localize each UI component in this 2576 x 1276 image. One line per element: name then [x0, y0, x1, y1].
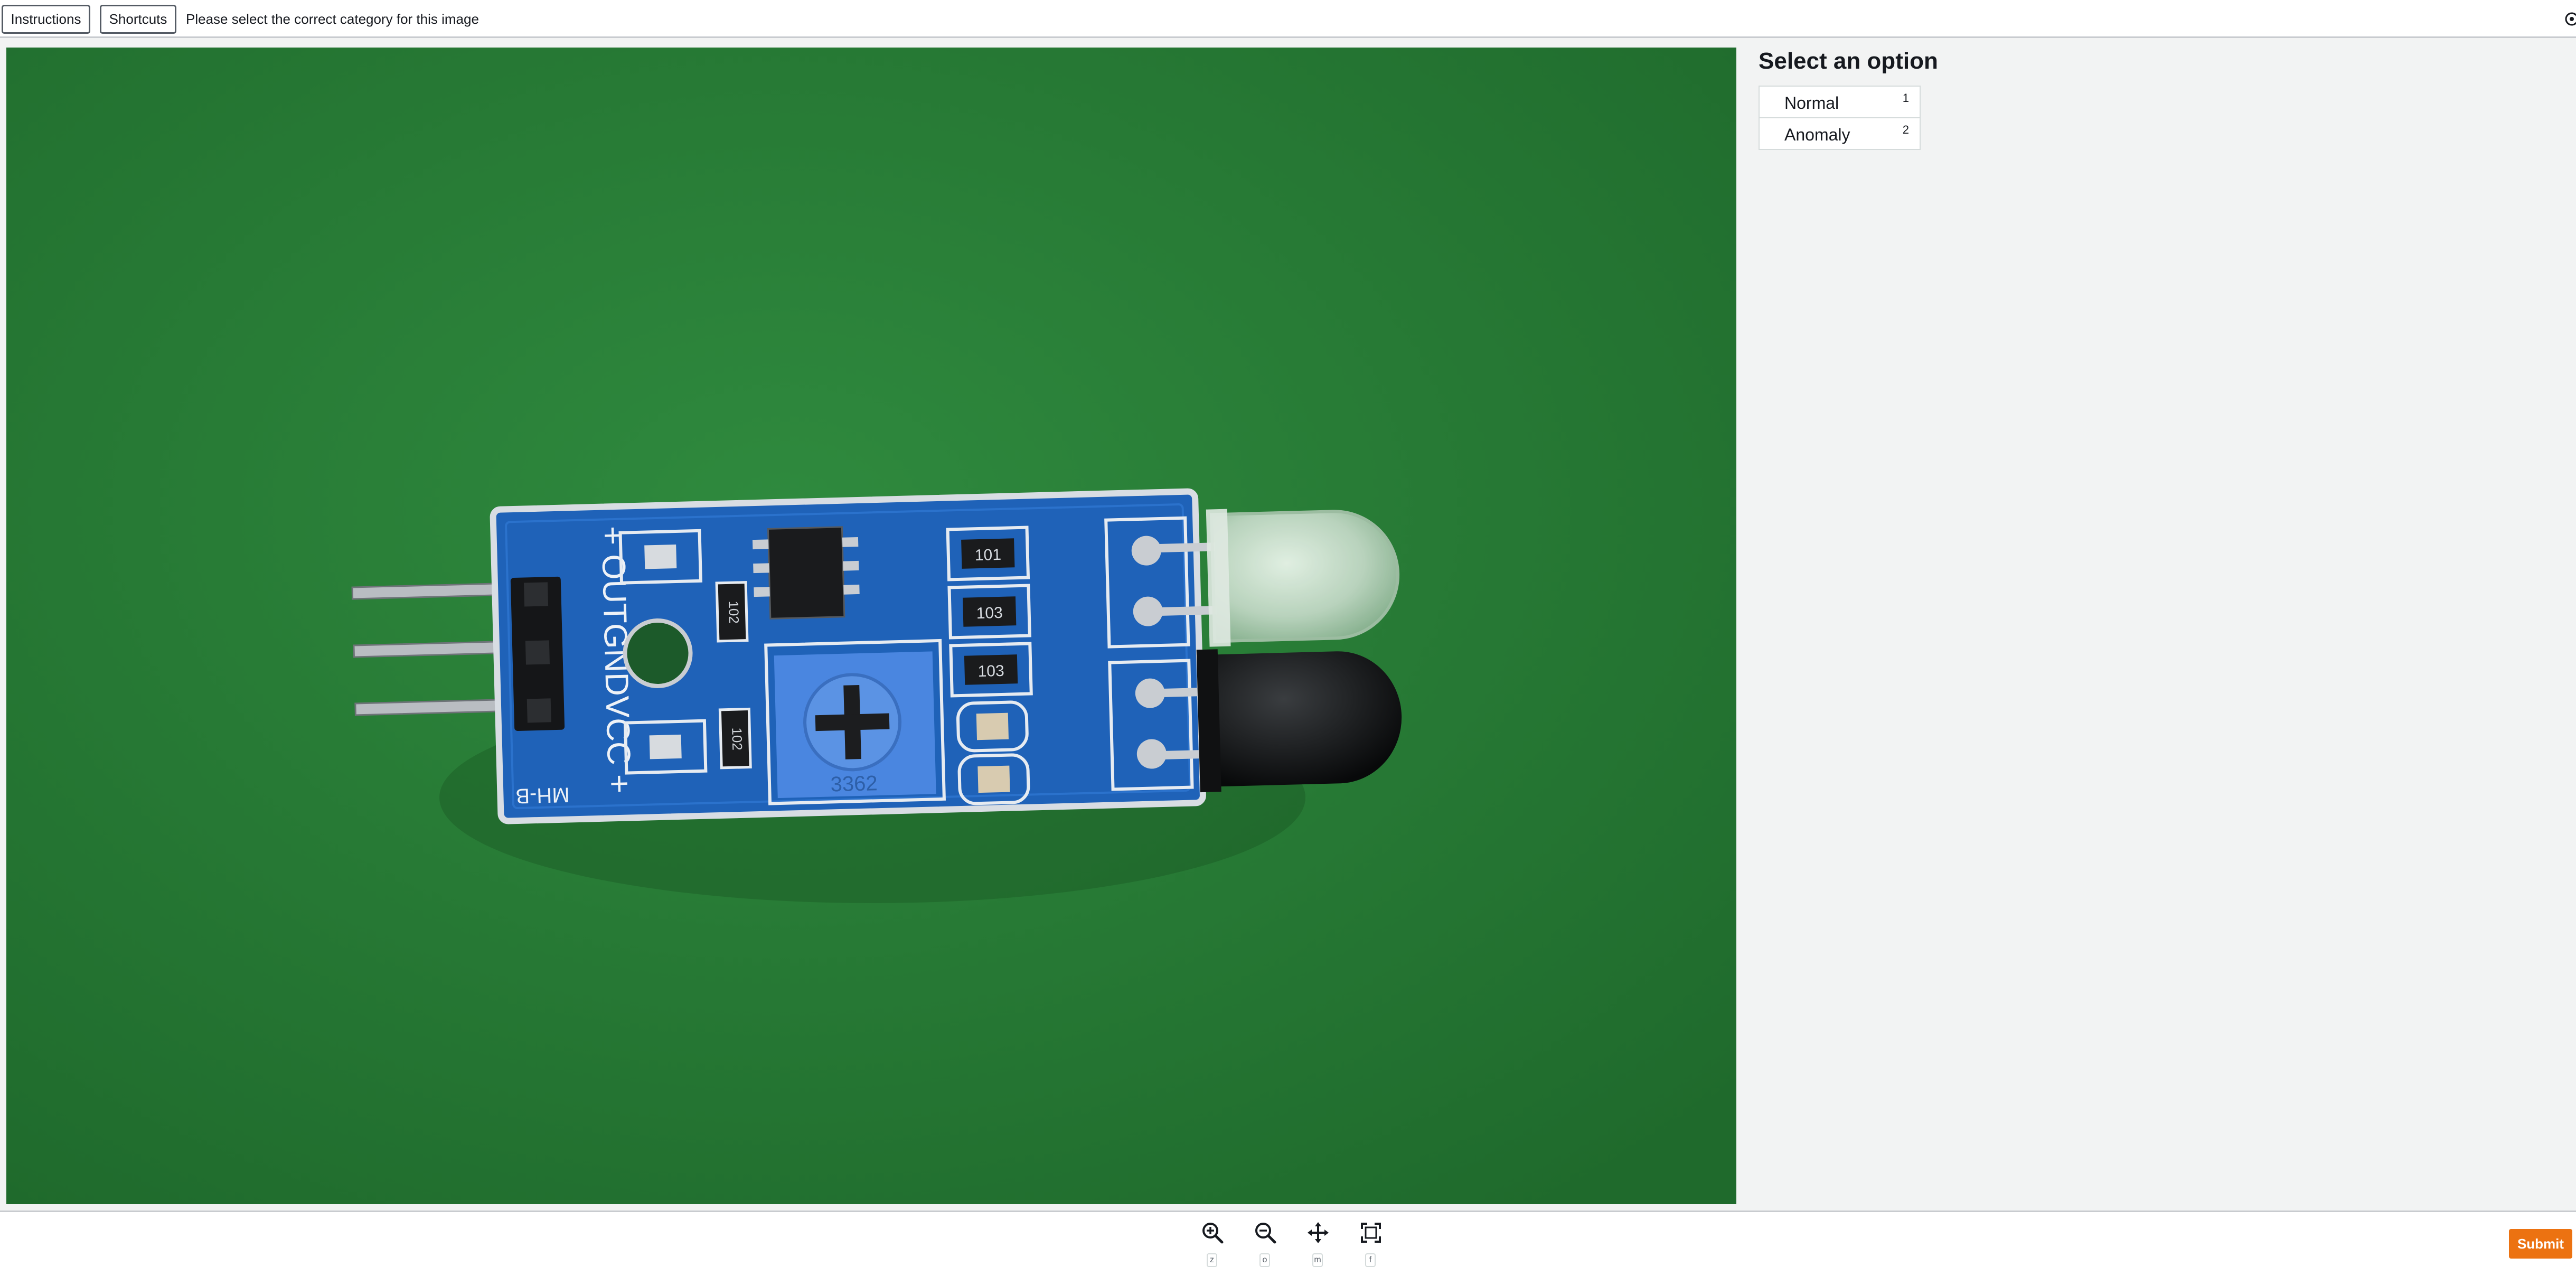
- option-label: Normal: [1784, 93, 1839, 112]
- shortcut-key: z: [1207, 1253, 1217, 1267]
- fit-to-screen-icon: [1361, 1223, 1381, 1243]
- resistor-r4-label: 103: [976, 604, 1003, 622]
- zoom-out-icon: [1255, 1223, 1276, 1244]
- shortcut-key: f: [1365, 1253, 1376, 1267]
- top-toolbar: Instructions Shortcuts Please select the…: [0, 0, 2576, 38]
- resistor-r2-label: 102: [729, 727, 745, 750]
- silk-model-label: MH-B: [515, 783, 570, 808]
- sensor-board-photo: + OUTGNDVCC + MH-B 102 102 3362 101 103 …: [6, 48, 1736, 1204]
- workspace: + OUTGNDVCC + MH-B 102 102 3362 101 103 …: [0, 38, 2576, 1211]
- option-anomaly[interactable]: Anomaly 2: [1759, 118, 1921, 150]
- option-normal[interactable]: Normal 1: [1759, 86, 1921, 118]
- option-shortcut-key: 1: [1902, 91, 1909, 105]
- resistor-r5-label: 103: [977, 662, 1004, 680]
- fit-to-screen-button[interactable]: f: [1355, 1217, 1387, 1272]
- image-canvas[interactable]: + OUTGNDVCC + MH-B 102 102 3362 101 103 …: [6, 48, 1736, 1204]
- shortcuts-button[interactable]: Shortcuts: [100, 5, 176, 34]
- settings-icon[interactable]: [2563, 11, 2576, 27]
- move-icon: [1308, 1222, 1329, 1243]
- submit-button[interactable]: Submit: [2509, 1229, 2572, 1259]
- resistor-r1-label: 102: [726, 601, 742, 624]
- resistor-r3-label: 101: [974, 546, 1001, 564]
- option-shortcut-key: 2: [1902, 123, 1909, 136]
- zoom-in-button[interactable]: z: [1197, 1217, 1228, 1272]
- instructions-button[interactable]: Instructions: [2, 5, 90, 34]
- move-button[interactable]: m: [1302, 1217, 1334, 1272]
- panel-title: Select an option: [1759, 48, 1938, 74]
- zoom-out-button[interactable]: o: [1249, 1217, 1281, 1272]
- shortcut-key: o: [1259, 1253, 1270, 1267]
- bottom-toolbar: z o m f Submit: [0, 1211, 2576, 1276]
- task-instruction-text: Please select the correct category for t…: [186, 11, 479, 27]
- shortcut-key: m: [1312, 1253, 1323, 1267]
- option-label: Anomaly: [1784, 125, 1850, 144]
- zoom-in-icon: [1202, 1223, 1224, 1244]
- potentiometer-label: 3362: [830, 772, 878, 796]
